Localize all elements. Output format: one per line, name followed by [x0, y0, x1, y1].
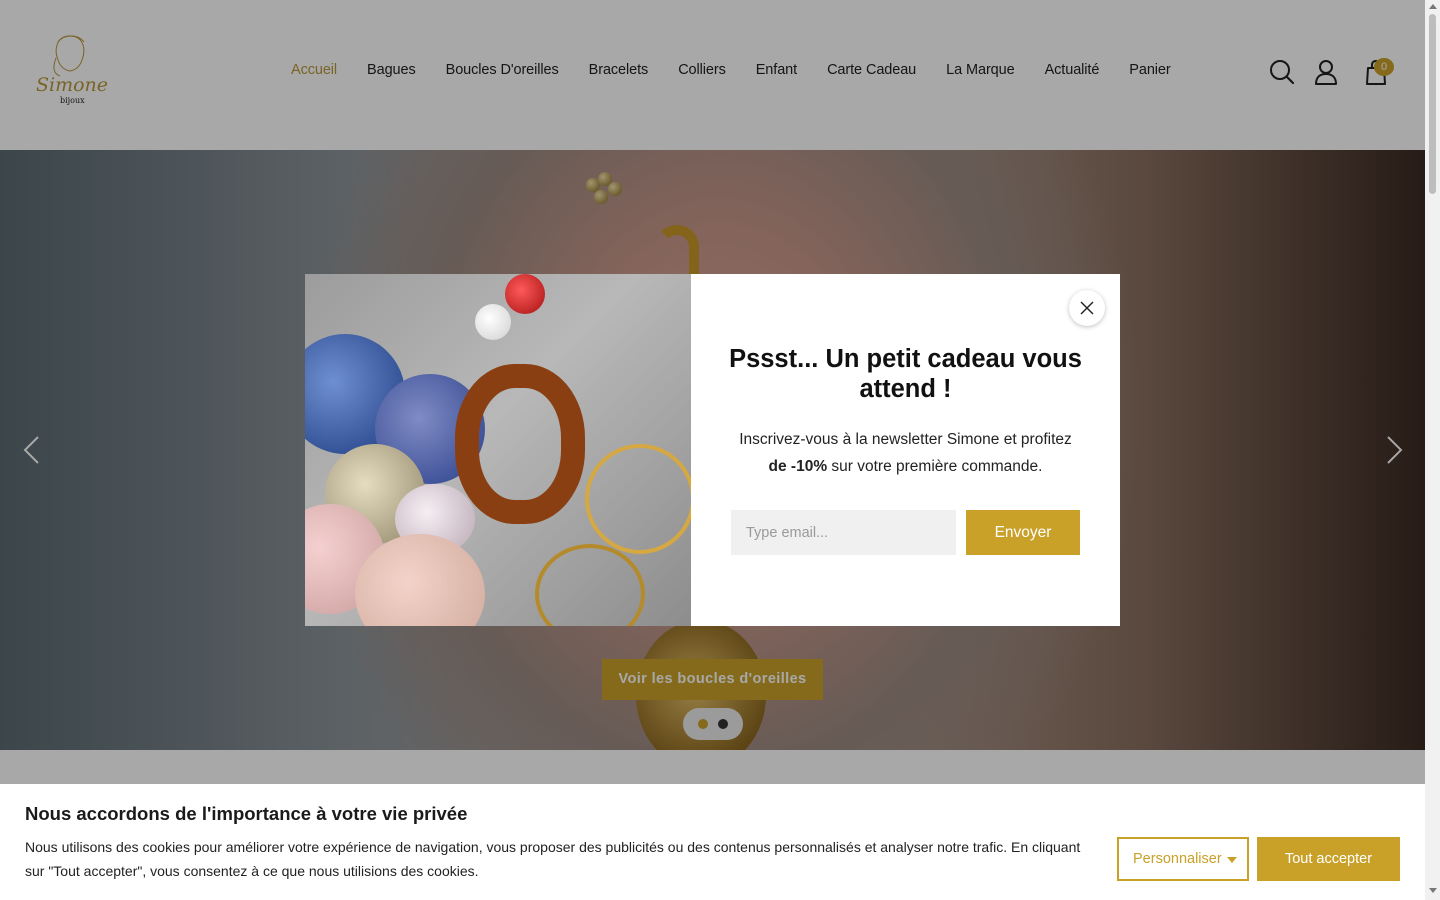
popup-title: Pssst... Un petit cadeau vous attend ! — [729, 345, 1082, 403]
newsletter-submit-button[interactable]: Envoyer — [966, 510, 1080, 555]
cookie-accept-button[interactable]: Tout accepter — [1257, 837, 1400, 881]
scrollbar-thumb[interactable] — [1429, 14, 1436, 194]
popup-text-outro: sur votre première commande. — [831, 458, 1043, 475]
scroll-up-icon[interactable] — [1429, 4, 1437, 9]
cookie-customize-label: Personnaliser — [1133, 851, 1222, 867]
popup-jewelry-image — [305, 274, 691, 626]
popup-discount: de -10% — [768, 458, 828, 475]
close-icon — [1080, 301, 1094, 315]
newsletter-popup: Pssst... Un petit cadeau vous attend ! I… — [305, 274, 1120, 626]
cookie-banner: Nous accordons de l'importance à votre v… — [0, 784, 1425, 900]
popup-close-button[interactable] — [1069, 290, 1105, 326]
popup-content: Pssst... Un petit cadeau vous attend ! I… — [691, 274, 1120, 626]
cookie-title: Nous accordons de l'importance à votre v… — [25, 803, 468, 824]
cookie-customize-button[interactable]: Personnaliser — [1117, 837, 1249, 881]
scroll-down-icon[interactable] — [1429, 888, 1437, 893]
popup-description: Inscrivez-vous à la newsletter Simone et… — [711, 426, 1100, 480]
page-scrollbar[interactable] — [1425, 0, 1440, 900]
popup-text-intro: Inscrivez-vous à la newsletter Simone et… — [739, 431, 1072, 448]
cookie-text: Nous utilisons des cookies pour améliore… — [25, 839, 1081, 879]
newsletter-email-input[interactable] — [731, 510, 956, 555]
chevron-down-icon — [1227, 857, 1237, 863]
